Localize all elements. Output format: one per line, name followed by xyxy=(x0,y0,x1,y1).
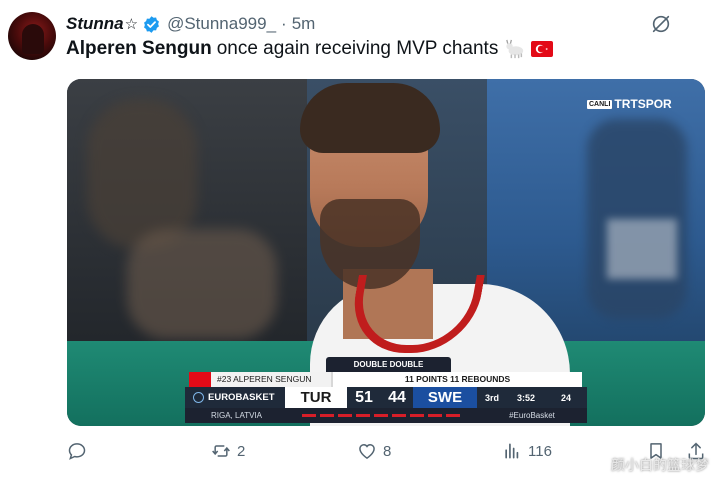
goat-emoji-icon xyxy=(506,39,524,59)
scoreboard-banner: DOUBLE DOUBLE xyxy=(326,357,451,372)
broadcaster-name: TRTSPOR xyxy=(614,97,672,111)
display-name[interactable]: Stunna xyxy=(66,14,124,34)
scoreboard-player: #23 ALPEREN SENGUN xyxy=(211,372,331,387)
tweet-media-image[interactable]: CANLI TRTSPOR DOUBLE DOUBLE #23 ALPEREN … xyxy=(67,79,705,426)
team-fouls-indicator xyxy=(285,414,477,417)
game-location: RIGA, LATVIA xyxy=(211,411,262,420)
views-count: 116 xyxy=(528,442,552,460)
user-handle[interactable]: @Stunna999_ xyxy=(167,14,276,34)
broadcaster-logo: CANLI TRTSPOR xyxy=(587,97,672,111)
event-hashtag: #EuroBasket xyxy=(509,411,555,420)
tweet-body: once again receiving MVP chants xyxy=(216,38,499,59)
verified-badge-icon xyxy=(144,15,160,33)
scoreboard-league: EUROBASKET xyxy=(185,392,285,403)
live-tag: CANLI xyxy=(587,99,613,109)
views-button[interactable]: 116 xyxy=(502,441,552,461)
timestamp[interactable]: 5m xyxy=(292,14,316,34)
like-count: 8 xyxy=(383,442,392,460)
scoreboard-stats: 11 POINTS 11 REBOUNDS xyxy=(331,372,582,387)
reply-button[interactable] xyxy=(67,441,93,461)
away-score: 44 xyxy=(388,388,406,406)
league-name: EUROBASKET xyxy=(208,392,275,403)
period: 3rd xyxy=(484,392,499,403)
eurobasket-logo-icon xyxy=(193,392,204,403)
repost-count: 2 xyxy=(237,442,246,460)
tweet-header: Stunna ☆ @Stunna999_ · 5m xyxy=(66,12,315,36)
away-team: SWE xyxy=(413,387,477,408)
analytics-icon xyxy=(505,443,519,459)
tweet-bold-name: Alperen Sengun xyxy=(66,38,212,59)
reply-icon xyxy=(68,443,86,460)
tweet-text: Alperen Sengun once again receiving MVP … xyxy=(66,38,554,60)
like-button[interactable]: 8 xyxy=(357,441,391,461)
shot-clock: 24 xyxy=(560,392,571,403)
home-score: 51 xyxy=(355,388,373,406)
scoreboard-info-row: RIGA, LATVIA #EuroBasket xyxy=(185,408,587,423)
avatar[interactable] xyxy=(8,12,56,60)
grok-icon[interactable] xyxy=(650,13,672,35)
scoreboard-score-row: EUROBASKET TUR 51 44 SWE 3rd 3:52 24 xyxy=(185,387,587,408)
separator-dot: · xyxy=(281,14,287,33)
repost-button[interactable]: 2 xyxy=(211,441,245,461)
scoreboard-flag-icon xyxy=(189,372,211,387)
game-clock: 3:52 xyxy=(516,392,535,403)
scoreboard-player-row: #23 ALPEREN SENGUN 11 POINTS 11 REBOUNDS xyxy=(189,372,582,387)
repost-icon xyxy=(212,445,230,457)
heart-icon xyxy=(359,443,375,459)
home-team: TUR xyxy=(285,387,347,408)
watermark: 颜小白的篮球梦 xyxy=(611,457,709,473)
turkey-flag-icon xyxy=(531,41,554,57)
star-icon: ☆ xyxy=(124,16,139,33)
